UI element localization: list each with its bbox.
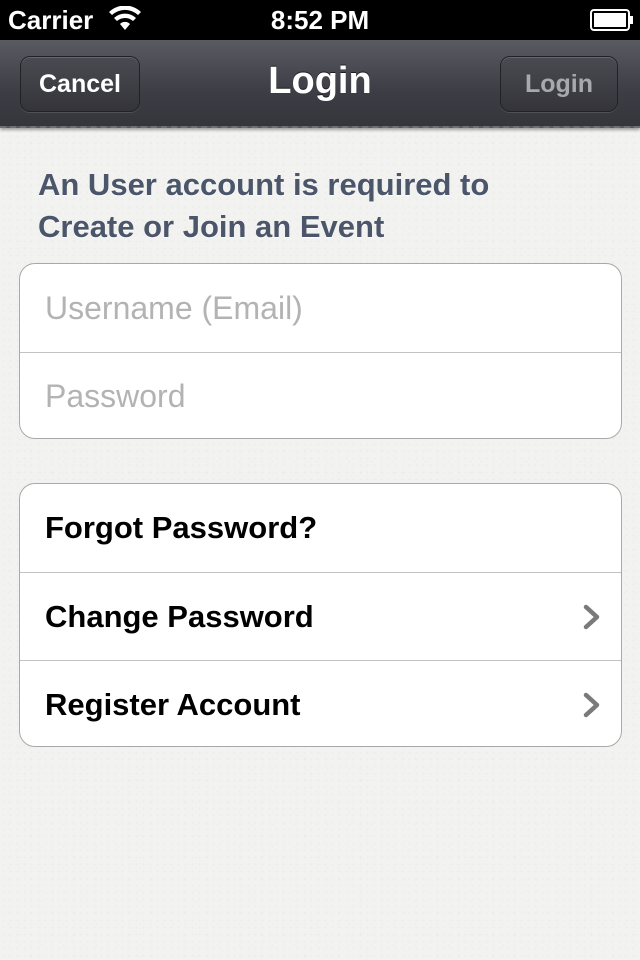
navigation-bar: Cancel Login Login bbox=[0, 40, 640, 128]
status-time: 8:52 PM bbox=[270, 5, 370, 35]
header-line-2: Create or Join an Event bbox=[38, 209, 385, 244]
account-actions-group: Forgot Password? Change Password Registe… bbox=[19, 483, 622, 747]
header-line-1: An User account is required to bbox=[38, 167, 490, 202]
username-input[interactable] bbox=[45, 289, 595, 327]
username-row bbox=[20, 264, 621, 352]
forgot-password-label: Forgot Password? bbox=[45, 510, 318, 545]
battery-icon bbox=[590, 9, 633, 31]
change-password-label: Change Password bbox=[45, 598, 314, 634]
login-button[interactable]: Login bbox=[500, 56, 618, 112]
password-input[interactable] bbox=[45, 378, 595, 415]
chevron-right-icon bbox=[583, 604, 600, 630]
credentials-group bbox=[19, 263, 622, 439]
register-account-label: Register Account bbox=[45, 686, 301, 722]
password-row bbox=[20, 352, 621, 438]
register-account-row[interactable]: Register Account bbox=[20, 660, 621, 746]
status-bar: Carrier 8:52 PM bbox=[0, 0, 640, 40]
forgot-password-row[interactable]: Forgot Password? bbox=[20, 484, 621, 572]
section-header: An User account is required to Create or… bbox=[38, 164, 598, 248]
change-password-row[interactable]: Change Password bbox=[20, 572, 621, 660]
chevron-right-icon bbox=[583, 692, 600, 718]
